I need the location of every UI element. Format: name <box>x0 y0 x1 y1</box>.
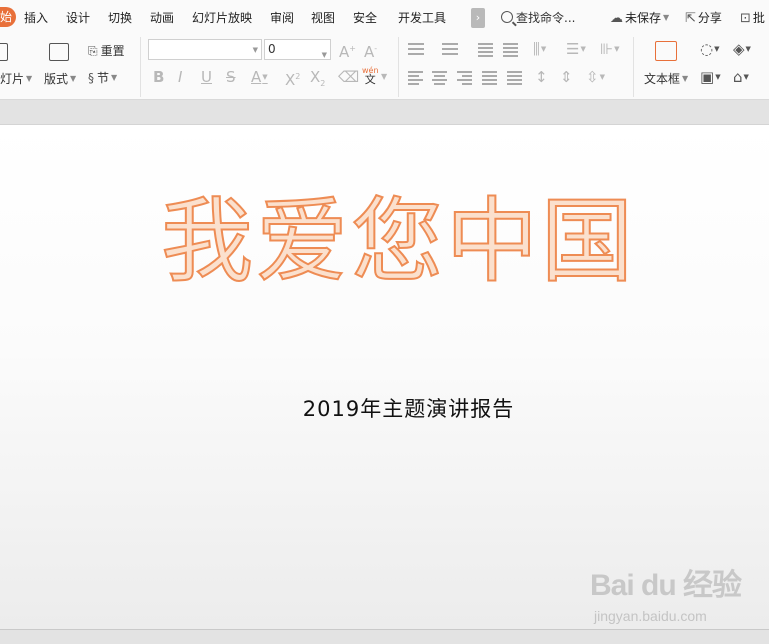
eraser-icon[interactable]: ⌫ <box>338 69 359 85</box>
tab-insert[interactable]: 插入 <box>24 10 48 26</box>
smart-art-icon[interactable]: ⊪▼ <box>600 41 619 57</box>
chevron-down-icon: ▼ <box>321 51 327 59</box>
unsaved-label: 未保存 <box>625 11 662 25</box>
fill-icon[interactable]: ⌂▼ <box>733 69 749 85</box>
shapes-icon[interactable]: ◌▼ <box>700 41 719 57</box>
phonetic-guide-button[interactable]: wén 文 <box>362 66 379 85</box>
font-color-icon[interactable]: A▼ <box>251 69 268 85</box>
font-size-select[interactable]: 0 ▼ <box>264 39 331 60</box>
chevron-down-icon: ▼ <box>663 13 670 22</box>
text-direction-icon[interactable]: ⫼▼ <box>533 41 546 57</box>
align-left-icon[interactable] <box>408 71 423 85</box>
distribute-icon[interactable] <box>507 71 522 85</box>
tab-security[interactable]: 安全 <box>353 10 377 26</box>
menu-bar: 始 插入 设计 切换 动画 幻灯片放映 审阅 视图 安全 开发工具 › 查找命令… <box>0 0 769 35</box>
tab-review[interactable]: 审阅 <box>270 10 294 26</box>
search-icon <box>501 11 513 23</box>
bold-icon[interactable]: B <box>153 69 164 85</box>
textbox-button[interactable]: 文本框 ▼ <box>644 70 688 87</box>
chevron-down-icon[interactable]: ▼ <box>381 69 387 85</box>
section-icon: § <box>88 71 94 85</box>
align-text-icon[interactable]: ☰▼ <box>566 41 586 57</box>
baidu-jingyan-watermark: Bai du 经验 jingyan.baidu.com <box>590 556 765 636</box>
layout-button[interactable]: 版式 ▼ <box>44 70 76 87</box>
reset-icon: ⎘ <box>88 44 98 58</box>
share-icon: ⇱ <box>685 11 696 26</box>
superscript-icon[interactable]: X2 <box>285 69 300 88</box>
strikethrough-icon[interactable]: S <box>226 69 236 85</box>
increase-font-icon[interactable]: A+ <box>339 41 356 60</box>
tab-design[interactable]: 设计 <box>66 10 90 26</box>
ribbon-toolbar: 灯片 ▼ 版式 ▼ ⎘ 重置 § 节 ▼ ▼ 0 ▼ A+ A- B I U S A▼ X2… <box>0 35 769 100</box>
watermark-brand: Bai du 经验 <box>590 569 742 602</box>
annotate-icon: ⊡ <box>740 11 751 26</box>
align-center-icon[interactable] <box>432 71 447 85</box>
slide-canvas: 我爱您中国 2019年主题演讲报告 Bai du 经验 jingyan.baid… <box>0 101 769 644</box>
tab-transition[interactable]: 切换 <box>108 10 132 26</box>
unsaved-status[interactable]: ☁ 未保存 ▼ <box>610 9 669 26</box>
decrease-font-icon[interactable]: A- <box>364 41 377 60</box>
tab-developer[interactable]: 开发工具 <box>398 10 446 26</box>
separator <box>398 37 399 97</box>
share-button[interactable]: ⇱ 分享 <box>685 9 722 26</box>
font-family-select[interactable]: ▼ <box>148 39 262 60</box>
underline-icon[interactable]: U <box>201 69 212 85</box>
search-placeholder: 查找命令... <box>516 11 576 25</box>
paragraph-spacing-icon[interactable]: ⇕ <box>560 69 573 85</box>
separator <box>633 37 634 97</box>
annotate-label: 批 <box>752 11 765 25</box>
numbering-icon[interactable] <box>442 43 458 57</box>
italic-icon[interactable]: I <box>178 69 182 85</box>
tab-animation[interactable]: 动画 <box>150 10 174 26</box>
bullets-icon[interactable] <box>408 43 424 57</box>
decrease-indent-icon[interactable] <box>478 43 493 57</box>
justify-icon[interactable] <box>482 71 497 85</box>
increase-indent-icon[interactable] <box>503 43 518 57</box>
chevron-down-icon: ▼ <box>252 46 258 54</box>
new-slide-icon[interactable] <box>0 43 8 61</box>
new-slide-button[interactable]: 灯片 ▼ <box>0 70 32 87</box>
slide-title[interactable]: 我爱您中国 <box>0 187 769 297</box>
slide[interactable]: 我爱您中国 2019年主题演讲报告 <box>0 124 769 630</box>
annotate-button[interactable]: ⊡ 批 <box>740 9 765 26</box>
cloud-icon: ☁ <box>610 11 623 26</box>
align-right-icon[interactable] <box>457 71 472 85</box>
line-spacing-icon[interactable]: ↕ <box>535 69 548 85</box>
subscript-icon[interactable]: X2 <box>310 69 325 92</box>
command-search[interactable]: 查找命令... <box>501 9 575 26</box>
columns-icon[interactable]: ⇳▼ <box>586 69 605 85</box>
tab-home[interactable]: 始 <box>0 7 16 27</box>
picture-icon[interactable]: ▣▼ <box>700 69 721 85</box>
section-button[interactable]: § 节 ▼ <box>88 69 117 86</box>
more-tabs-button[interactable]: › <box>471 8 485 28</box>
slide-subtitle[interactable]: 2019年主题演讲报告 <box>0 393 769 423</box>
share-label: 分享 <box>697 11 722 25</box>
tab-slideshow[interactable]: 幻灯片放映 <box>192 10 252 26</box>
tab-view[interactable]: 视图 <box>311 10 335 26</box>
layout-icon[interactable] <box>49 43 69 61</box>
separator <box>140 37 141 97</box>
arrange-icon[interactable]: ◈▼ <box>733 41 751 57</box>
watermark-site: jingyan.baidu.com <box>594 608 707 624</box>
reset-button[interactable]: ⎘ 重置 <box>88 42 125 59</box>
textbox-icon[interactable] <box>655 41 677 61</box>
